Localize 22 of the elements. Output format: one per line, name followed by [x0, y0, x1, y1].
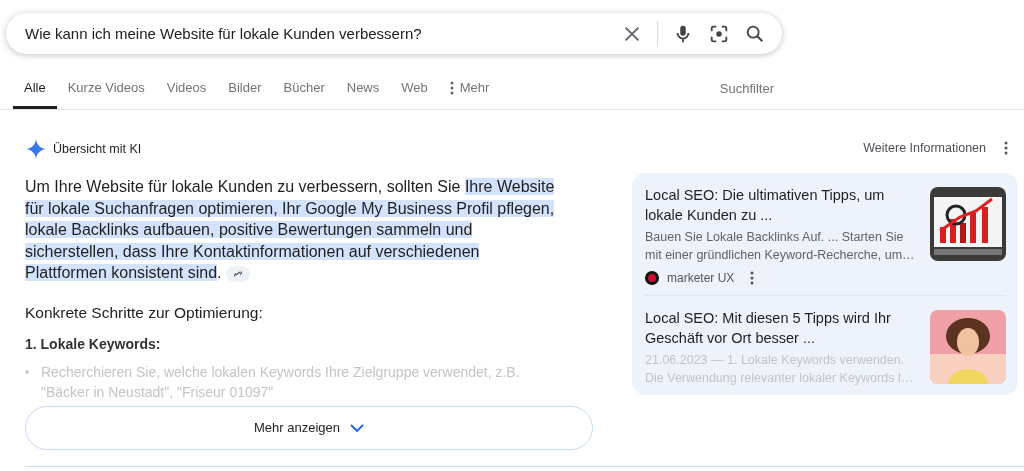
show-more-button[interactable]: Mehr anzeigen: [25, 405, 593, 450]
tab[interactable]: Videos: [155, 80, 218, 109]
tab[interactable]: Bilder: [217, 80, 273, 109]
search-query: Wie kann ich meine Website für lokale Kunden verbessern?: [25, 25, 423, 42]
source-title[interactable]: Local SEO: Mit diesen 5 Tipps wird Ihr Geschäft vor Ort besser ...: [645, 308, 920, 348]
tab[interactable]: Kurze Videos: [56, 80, 156, 109]
answer-paragraph: Um Ihre Website für lokale Kunden zu verbessern, sollten Sie Ihre Website für lokale Suchanfragen optimieren, Ihr Google My Business Profil pflegen, lokale Backlinks aufbauen, positive Bewertungen sammeln und sicherstellen, dass Ihre Kontaktinformationen auf verschiedenen Plattformen konsistent sind.: [25, 177, 556, 284]
overview-title: Übersicht mit KI: [53, 142, 142, 156]
section-heading: Konkrete Schritte zur Optimierung:: [25, 303, 264, 322]
tab[interactable]: Mehr: [438, 80, 501, 109]
source-title[interactable]: Local SEO: Die ultimativen Tipps, um lokale Kunden zu ...: [645, 185, 920, 225]
more-information-link[interactable]: Weitere Informationen: [863, 141, 986, 155]
source-snippet: Bauen Sie Lokale Backlinks Auf. ... Starten Sie mit einer gründlichen Keyword-Recherche, um…: [645, 229, 916, 264]
site-name: marketer UX: [667, 271, 735, 285]
step-text: Recherchieren Sie, welche lokalen Keywords Ihre Zielgruppe verwendet, z.B. "Bäcker in Neustadt", "Friseur 01097": [41, 362, 521, 402]
search-filter-link[interactable]: Suchfilter: [719, 81, 774, 109]
tab[interactable]: News: [335, 80, 391, 109]
tab[interactable]: Alle: [13, 80, 57, 109]
step-heading: 1. Lokale Keywords:: [25, 335, 162, 352]
tab[interactable]: Web: [390, 80, 439, 109]
search-field[interactable]: Wie kann ich meine Website für lokale Kunden verbessern?: [6, 13, 782, 54]
tab[interactable]: Bücher: [272, 80, 336, 109]
